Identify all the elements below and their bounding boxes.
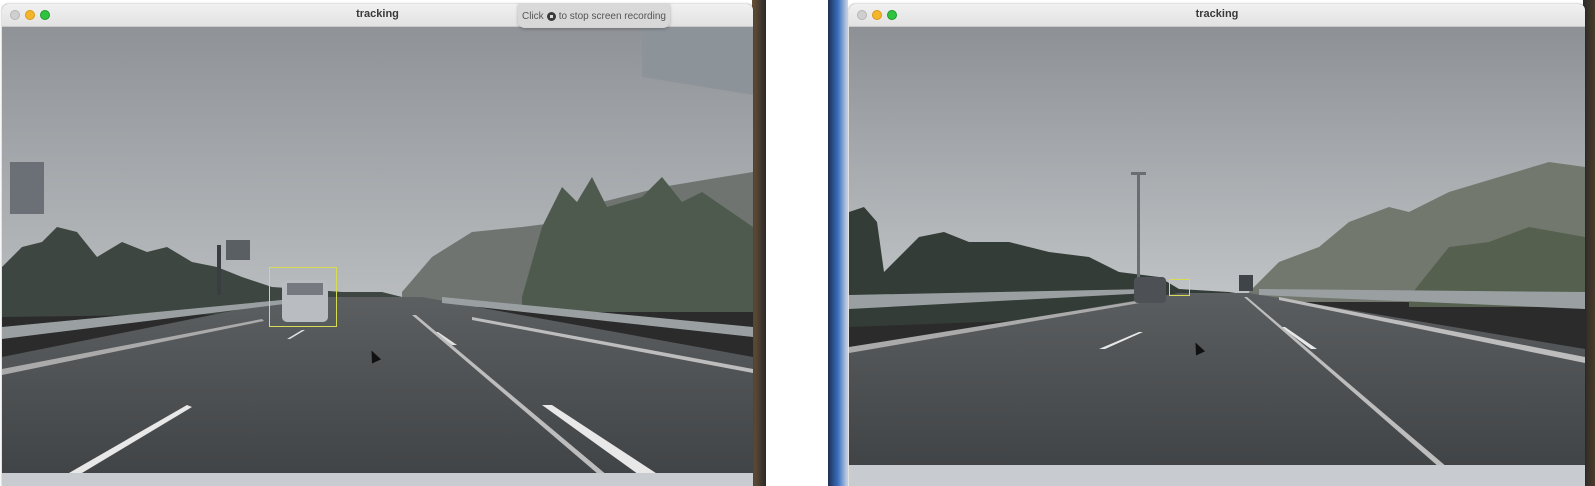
title-bar[interactable]: tracking bbox=[849, 4, 1585, 27]
desktop-edge-second-left bbox=[828, 0, 848, 486]
recording-banner-suffix: to stop screen recording bbox=[558, 10, 666, 22]
window-title: tracking bbox=[1195, 8, 1239, 20]
tracking-window-left[interactable]: tracking bbox=[2, 4, 753, 486]
video-frame bbox=[849, 27, 1585, 486]
screen-recording-banner[interactable]: Click to stop screen recording bbox=[518, 4, 670, 28]
desktop-edge-left-right bbox=[752, 0, 766, 486]
video-frame bbox=[2, 27, 753, 486]
tracking-window-right[interactable]: tracking bbox=[849, 4, 1585, 486]
stop-recording-icon[interactable] bbox=[546, 11, 556, 21]
tracking-bounding-box bbox=[1169, 279, 1190, 296]
tracking-bounding-box bbox=[269, 267, 337, 327]
road-scene-image bbox=[2, 27, 753, 486]
recording-banner-prefix: Click bbox=[522, 10, 544, 22]
road-scene-image bbox=[849, 27, 1585, 486]
